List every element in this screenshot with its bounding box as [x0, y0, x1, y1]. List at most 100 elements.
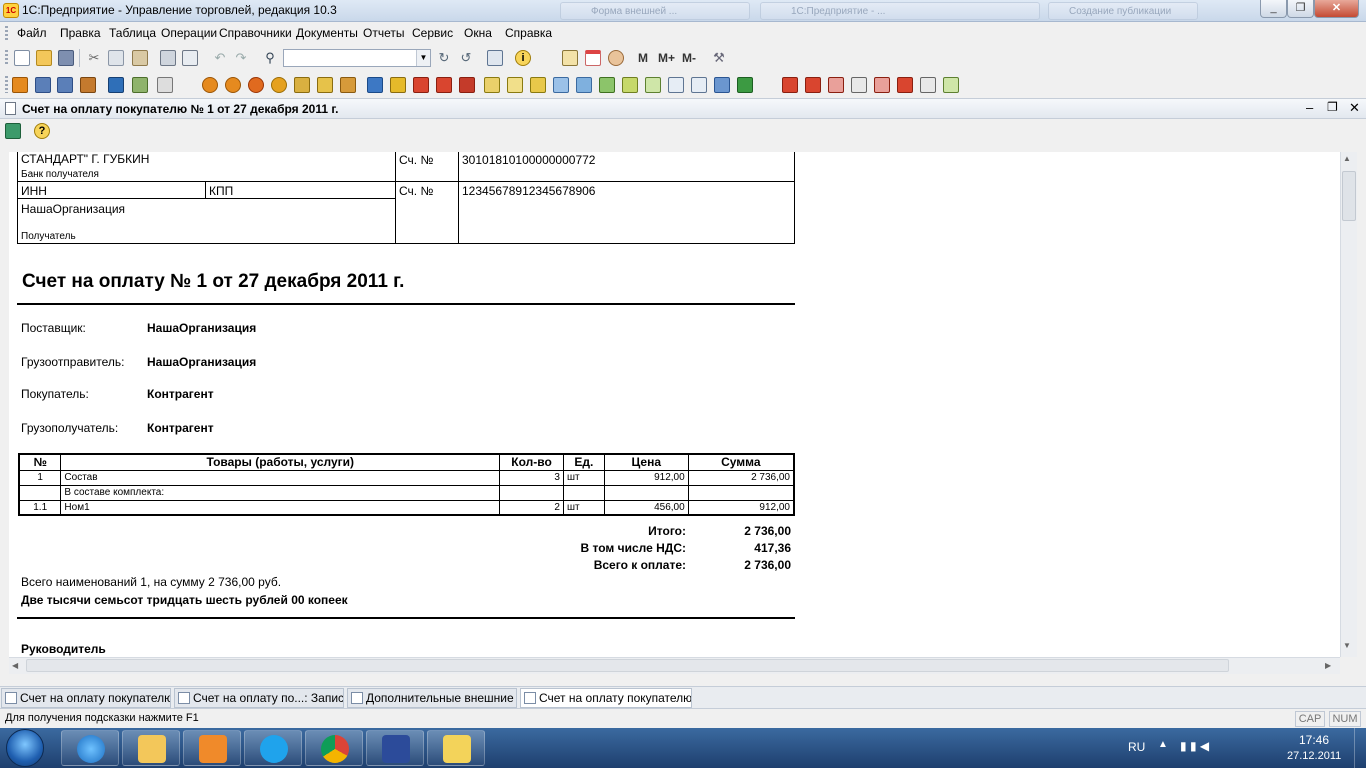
- scroll-up-icon[interactable]: ▲: [1343, 154, 1351, 163]
- copy-icon[interactable]: [108, 50, 124, 66]
- goods-icon[interactable]: [202, 77, 218, 93]
- goods-icon[interactable]: [294, 77, 310, 93]
- paste-icon[interactable]: [132, 50, 148, 66]
- menu-catalogs[interactable]: Справочники: [219, 26, 292, 40]
- table-icon[interactable]: [132, 77, 148, 93]
- find-prev-icon[interactable]: ↺: [458, 50, 474, 66]
- doc-red-icon[interactable]: [436, 77, 452, 93]
- tab-invoice[interactable]: Счет на оплату покупателю: [1, 688, 171, 708]
- close-button[interactable]: ✕: [1314, 0, 1359, 18]
- doc-yellow-icon[interactable]: [530, 77, 546, 93]
- scroll-thumb[interactable]: [26, 659, 1229, 672]
- tray-icons[interactable]: ▮ ▮ ◀: [1180, 739, 1209, 753]
- goods-icon[interactable]: [340, 77, 356, 93]
- doc-green-icon[interactable]: [599, 77, 615, 93]
- doc-check-icon[interactable]: [668, 77, 684, 93]
- doc-red-icon[interactable]: [413, 77, 429, 93]
- doc-out-icon[interactable]: [390, 77, 406, 93]
- doc-green-icon[interactable]: [622, 77, 638, 93]
- report-icon[interactable]: [828, 77, 844, 93]
- goods-icon[interactable]: [317, 77, 333, 93]
- find-next-icon[interactable]: ↻: [436, 50, 452, 66]
- scroll-left-icon[interactable]: ◀: [12, 661, 18, 670]
- minimize-icon[interactable]: –: [1306, 100, 1313, 115]
- scroll-down-icon[interactable]: ▼: [1343, 641, 1351, 650]
- maximize-button[interactable]: ❐: [1287, 0, 1314, 18]
- menu-service[interactable]: Сервис: [412, 26, 453, 40]
- save-icon[interactable]: [58, 50, 74, 66]
- chevron-down-icon[interactable]: ▼: [416, 50, 430, 66]
- taskbar-save[interactable]: [366, 730, 424, 766]
- doc-in-icon[interactable]: [367, 77, 383, 93]
- show-desktop-button[interactable]: [1354, 728, 1366, 768]
- windows-icon[interactable]: [487, 50, 503, 66]
- language-indicator[interactable]: RU: [1128, 740, 1145, 754]
- restore-icon[interactable]: ❐: [1327, 100, 1338, 114]
- taskbar-media[interactable]: [183, 730, 241, 766]
- clock-date[interactable]: 27.12.2011: [1287, 750, 1341, 762]
- calendar-icon[interactable]: [585, 50, 601, 66]
- show-hidden-icon[interactable]: ▲: [1158, 739, 1168, 750]
- redo-icon[interactable]: ↷: [233, 50, 249, 66]
- print-preview-icon[interactable]: [182, 50, 198, 66]
- users-icon[interactable]: [108, 77, 124, 93]
- goods-icon[interactable]: [225, 77, 241, 93]
- print-icon[interactable]: [160, 50, 176, 66]
- search-icon[interactable]: ⚲: [262, 50, 278, 66]
- minimize-button[interactable]: _: [1260, 0, 1287, 18]
- goods-icon[interactable]: [248, 77, 264, 93]
- taskbar-chrome[interactable]: [305, 730, 363, 766]
- taskbar-skype[interactable]: [244, 730, 302, 766]
- excel-icon[interactable]: [737, 77, 753, 93]
- doc-check-icon[interactable]: [645, 77, 661, 93]
- menu-windows[interactable]: Окна: [464, 26, 492, 40]
- info-icon[interactable]: i: [515, 50, 531, 66]
- taskbar-ie[interactable]: [61, 730, 119, 766]
- report-icon[interactable]: [897, 77, 913, 93]
- doc-check-icon[interactable]: [691, 77, 707, 93]
- edit-icon[interactable]: [157, 77, 173, 93]
- report-icon[interactable]: [805, 77, 821, 93]
- memory-m-button[interactable]: M: [638, 51, 648, 65]
- journal-icon[interactable]: [12, 77, 28, 93]
- tools-icon[interactable]: ⚒: [711, 50, 727, 66]
- doc-yellow-icon[interactable]: [484, 77, 500, 93]
- users-icon[interactable]: [608, 50, 624, 66]
- report-icon[interactable]: [920, 77, 936, 93]
- report-icon[interactable]: [943, 77, 959, 93]
- tab-external-processing[interactable]: Дополнительные внешние ...: [347, 688, 517, 708]
- doc-yellow-icon[interactable]: [507, 77, 523, 93]
- document-icon[interactable]: [57, 77, 73, 93]
- memory-minus-button[interactable]: M-: [682, 51, 696, 65]
- undo-icon[interactable]: ↶: [212, 50, 228, 66]
- horizontal-scrollbar[interactable]: ◀ ▶: [9, 657, 1340, 674]
- calculator-icon[interactable]: [562, 50, 578, 66]
- taskbar-explorer[interactable]: [122, 730, 180, 766]
- start-button[interactable]: [6, 729, 44, 767]
- taskbar-1c[interactable]: [427, 730, 485, 766]
- menu-documents[interactable]: Документы: [296, 26, 358, 40]
- scroll-thumb[interactable]: [1342, 171, 1356, 221]
- menu-table[interactable]: Таблица: [109, 26, 156, 40]
- menu-edit[interactable]: Правка: [60, 26, 101, 40]
- background-window-tab[interactable]: 1С:Предприятие - ...: [760, 2, 1040, 20]
- menu-file[interactable]: Файл: [17, 26, 47, 40]
- cut-icon[interactable]: ✂: [86, 50, 102, 66]
- refresh-icon[interactable]: [5, 123, 21, 139]
- scroll-right-icon[interactable]: ▶: [1325, 661, 1331, 670]
- close-icon[interactable]: ✕: [1349, 100, 1360, 116]
- doc-blue-icon[interactable]: [553, 77, 569, 93]
- background-window-tab[interactable]: Форма внешней ...: [560, 2, 750, 20]
- search-input[interactable]: ▼: [283, 49, 431, 67]
- report-icon[interactable]: [851, 77, 867, 93]
- help-icon[interactable]: ?: [34, 123, 50, 139]
- doc-blue-icon[interactable]: [714, 77, 730, 93]
- clock-time[interactable]: 17:46: [1299, 733, 1329, 747]
- report-icon[interactable]: [874, 77, 890, 93]
- goods-icon[interactable]: [271, 77, 287, 93]
- open-folder-icon[interactable]: [36, 50, 52, 66]
- vertical-scrollbar[interactable]: ▲ ▼: [1340, 152, 1357, 657]
- document-icon[interactable]: [35, 77, 51, 93]
- menu-help[interactable]: Справка: [505, 26, 552, 40]
- tab-invoice-active[interactable]: Счет на оплату покупателю ...: [520, 688, 692, 708]
